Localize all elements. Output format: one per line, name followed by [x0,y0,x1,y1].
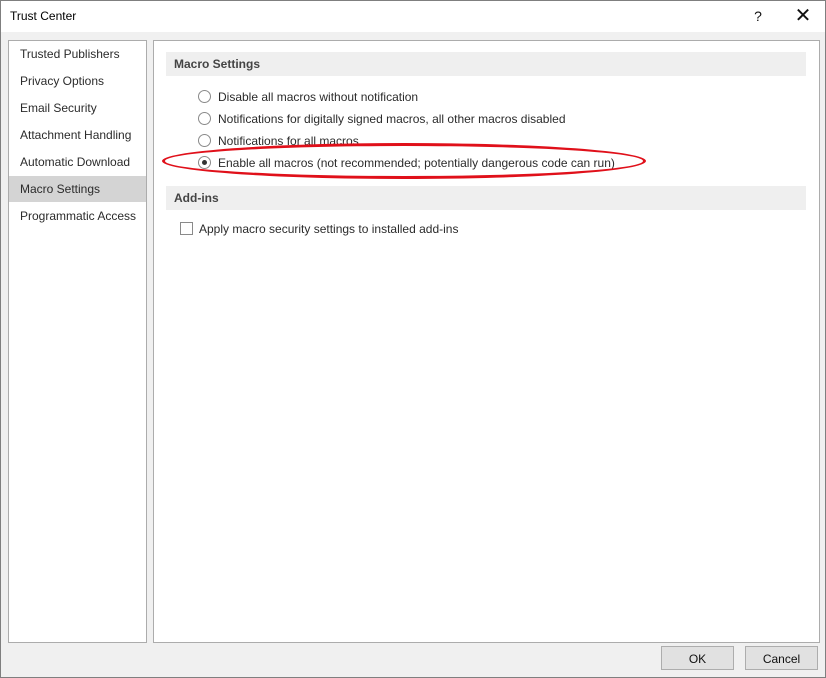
checkbox[interactable] [180,222,193,235]
cancel-button[interactable]: Cancel [745,646,818,670]
addins-header: Add-ins [166,186,806,210]
radio-button[interactable] [198,112,211,125]
settings-panel: Macro Settings Disable all macros withou… [153,40,820,643]
sidebar-item-macro-settings[interactable]: Macro Settings [9,176,146,202]
sidebar-item-trusted-publishers[interactable]: Trusted Publishers [9,41,146,67]
trust-center-dialog: Trust Center ? ✕ Trusted Publishers Priv… [0,0,826,678]
radio-button[interactable] [198,134,211,147]
ok-button[interactable]: OK [661,646,734,670]
sidebar-item-automatic-download[interactable]: Automatic Download [9,149,146,175]
sidebar-item-programmatic-access[interactable]: Programmatic Access [9,203,146,229]
radio-label: Notifications for digitally signed macro… [218,112,566,126]
highlight-oval-annotation [162,143,646,179]
dialog-title: Trust Center [10,9,77,23]
sidebar: Trusted Publishers Privacy Options Email… [8,40,147,643]
help-button[interactable]: ? [736,1,780,32]
close-button[interactable]: ✕ [781,1,825,32]
sidebar-item-attachment-handling[interactable]: Attachment Handling [9,122,146,148]
sidebar-item-privacy-options[interactable]: Privacy Options [9,68,146,94]
title-bar: Trust Center ? ✕ [1,1,825,32]
sidebar-item-email-security[interactable]: Email Security [9,95,146,121]
checkbox-label: Apply macro security settings to install… [199,222,459,236]
radio-button[interactable] [198,90,211,103]
radio-label: Disable all macros without notification [218,90,419,104]
macro-settings-header: Macro Settings [166,52,806,76]
